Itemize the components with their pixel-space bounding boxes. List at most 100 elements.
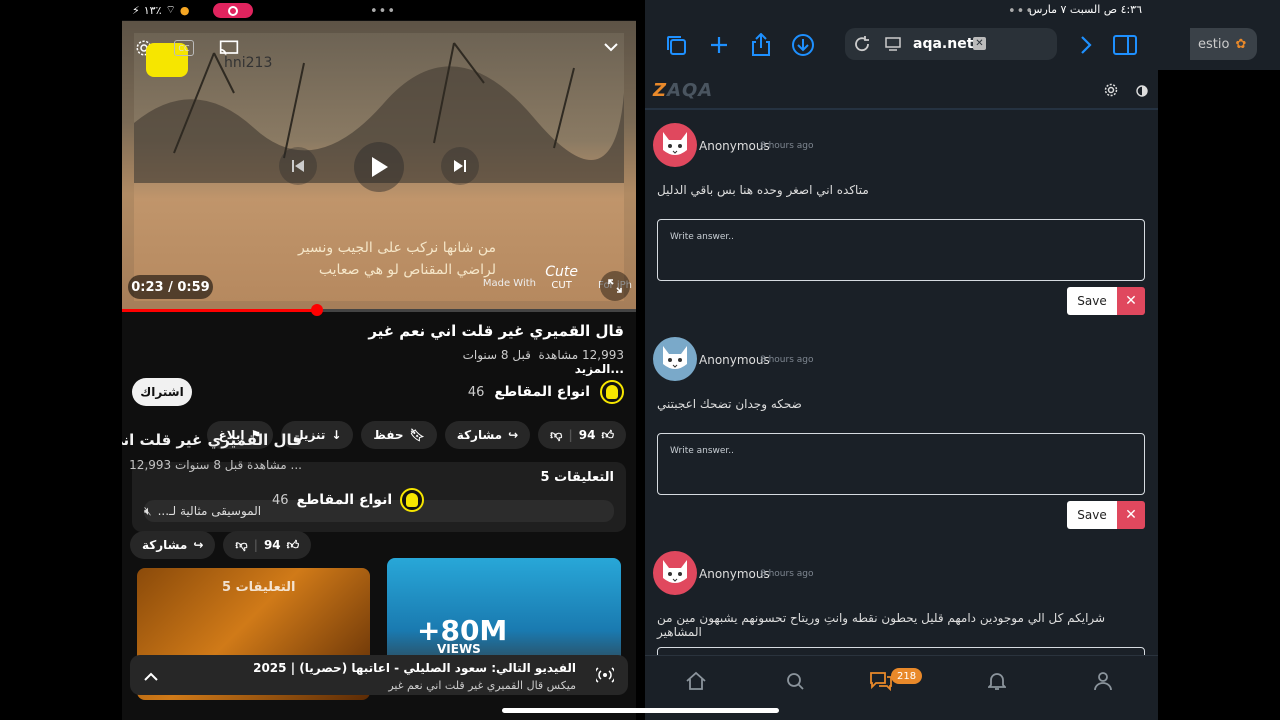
ghost-share-chip[interactable]: ↪ مشاركة <box>130 531 216 559</box>
video-player[interactable]: hni213 CC من شانها نركب على الجيب ونسير … <box>122 21 636 309</box>
more-link[interactable]: ...المزيد <box>575 362 624 376</box>
cast-icon[interactable] <box>218 38 240 58</box>
up-next-miniplayer[interactable]: الفيديو التالي: سعود الصليلي - اعاتبها (… <box>130 655 628 695</box>
channel-row[interactable]: انواع المقاطع 46 <box>468 376 624 408</box>
ghost-chip-divider: | <box>253 538 258 552</box>
video-title[interactable]: قال القميري غير قلت اني نعم غير <box>368 322 624 340</box>
upload-age: قبل 8 سنوات <box>462 348 531 362</box>
cancel-x-icon[interactable]: ✕ <box>1117 287 1145 315</box>
reload-icon[interactable] <box>853 35 871 57</box>
comment-text: ضحكه وجدان تضحك اعجبتني <box>657 397 802 411</box>
share-icon: ↪ <box>508 428 519 442</box>
cat-face-icon <box>663 346 687 369</box>
cancel-x-icon[interactable]: ✕ <box>1117 501 1145 529</box>
ghost-channel-avatar <box>400 488 425 512</box>
previous-icon[interactable] <box>279 147 317 185</box>
ghost-like-count: 94 <box>263 538 281 552</box>
address-bar[interactable]: aqa.net ✕ estio ✿ <box>845 28 1257 60</box>
close-tab-x-icon[interactable]: ✕ <box>973 37 986 50</box>
comment-item: Anonymous 8 hours ago متاكده اني اصغر وحده… <box>645 115 1158 325</box>
cat-face-icon <box>663 132 687 155</box>
comment-preview-text: الموسيقى مثالية لـ... <box>157 504 262 518</box>
date-time: ٤:٣٦ ص السبت ٧ مارس <box>1029 3 1142 16</box>
thumb1-overlay-text: التعليقات 5 <box>222 580 296 595</box>
answer-textarea[interactable]: Write answer.. <box>657 433 1145 495</box>
home-indicator[interactable] <box>502 708 779 713</box>
comment-timestamp: 8 hours ago <box>760 141 814 151</box>
multitasking-dots-icon[interactable]: ••• <box>370 4 396 19</box>
like-dislike-chip[interactable]: 👍︎ 94 | 👎︎ <box>538 421 626 449</box>
avatar[interactable] <box>653 551 697 595</box>
save-button[interactable]: 🔖︎ حفظ <box>361 421 437 449</box>
status-bar-left: ⚡ ١٣٪ ⌔ ● ••• <box>122 0 636 20</box>
ghost-like-chip[interactable]: 👍︎ 94 | 👎︎ <box>223 531 312 559</box>
search-icon[interactable] <box>782 668 808 694</box>
video-meta[interactable]: 12,993 مشاهدة قبل 8 سنوات ...المزيد <box>463 348 624 376</box>
record-icon <box>228 5 238 16</box>
fullscreen-expand-icon[interactable] <box>600 271 630 301</box>
bell-icon[interactable] <box>984 668 1010 694</box>
progress-scrubber-handle[interactable] <box>311 304 324 316</box>
avatar[interactable] <box>653 123 697 167</box>
share-button[interactable]: ↪ مشاركة <box>444 421 531 449</box>
sidebar-blank-panel <box>1158 70 1280 720</box>
sidebar-toggle-icon[interactable] <box>1112 32 1138 58</box>
muted-speaker-icon: 🔇︎ <box>144 503 152 518</box>
view-count: 12,993 مشاهدة <box>538 348 624 362</box>
home-icon[interactable] <box>683 668 709 694</box>
save-answer-button[interactable]: Save <box>1067 501 1117 529</box>
ghost-channel-row: انواع المقاطع 46 <box>272 488 425 512</box>
url-text[interactable]: aqa.net <box>913 36 973 52</box>
multitasking-dots-icon-right[interactable]: ••• <box>1008 4 1034 19</box>
screen-recording-indicator[interactable] <box>213 3 253 18</box>
background-tab[interactable]: estio ✿ <box>1190 28 1257 60</box>
next-icon[interactable] <box>441 147 479 185</box>
cc-icon[interactable]: CC <box>174 40 194 56</box>
settings-gear-icon[interactable] <box>1104 82 1118 101</box>
ghost-thumbs-down-icon: 👎︎ <box>235 537 248 552</box>
thumbs-down-icon[interactable]: 👎︎ <box>550 428 562 443</box>
tabs-overview-icon[interactable] <box>663 32 689 58</box>
radio-broadcast-icon[interactable] <box>593 667 617 687</box>
messages-count-badge: 218 <box>891 668 923 684</box>
comments-header[interactable]: التعليقات 5 <box>541 470 614 485</box>
new-tab-plus-icon[interactable] <box>706 32 732 58</box>
cutecut-logo-text: Cute <box>545 264 578 280</box>
ghost-snapchat-icon <box>406 493 419 507</box>
site-logo-z: Z <box>653 80 668 101</box>
answer-textarea[interactable]: Write answer.. <box>657 219 1145 281</box>
expand-chevron-up-icon[interactable] <box>144 667 158 686</box>
reader-mode-icon[interactable] <box>885 36 901 56</box>
channel-subscriber-count: 46 <box>467 384 485 400</box>
comment-timestamp: 8 hours ago <box>760 355 814 365</box>
up-next-subtitle: ميكس قال القميري غير قلت اني نعم غير <box>388 679 576 692</box>
thumb2-views-label: VIEWS <box>437 642 481 656</box>
caption-line-1: من شانها نركب على الجيب ونسير <box>298 240 496 256</box>
user-profile-icon[interactable] <box>1090 668 1116 694</box>
thumbs-up-icon[interactable]: 👍︎ <box>601 428 614 443</box>
video-progress-bar[interactable] <box>122 304 636 316</box>
download-circle-icon[interactable] <box>790 32 816 58</box>
site-logo[interactable]: ZAQA <box>653 80 713 101</box>
avatar[interactable] <box>653 337 697 381</box>
ghost-thumbs-up-icon: 👍︎ <box>286 537 300 552</box>
subscribe-button[interactable]: اشتراك <box>132 378 192 406</box>
chip-divider: | <box>568 428 573 442</box>
channel-name[interactable]: انواع المقاطع <box>494 384 590 400</box>
channel-avatar[interactable] <box>600 380 624 404</box>
progress-fill <box>122 309 318 312</box>
forward-chevron-icon[interactable] <box>1073 32 1099 58</box>
collapse-chevron-down-icon[interactable] <box>600 37 622 57</box>
snapchat-ghost-icon <box>606 385 618 399</box>
chat-bubbles-icon[interactable] <box>868 668 894 694</box>
caption-line-2: لراضي المقناص لو هي صعايب <box>318 262 496 278</box>
safari-pane: ٤:٣٦ ص السبت ٧ مارس ••• aqa.net ✕ estio … <box>645 0 1280 720</box>
play-icon[interactable] <box>354 142 404 192</box>
split-view-divider[interactable] <box>636 0 645 720</box>
theme-contrast-icon[interactable] <box>1136 82 1148 101</box>
save-answer-button[interactable]: Save <box>1067 287 1117 315</box>
share-icon[interactable] <box>748 32 774 58</box>
like-count: 94 <box>578 428 596 442</box>
comment-text: شرايكم كل الي موجودين دامهم قليل يحطون ن… <box>657 611 1106 639</box>
ghost-share-label: مشاركة <box>142 538 188 552</box>
